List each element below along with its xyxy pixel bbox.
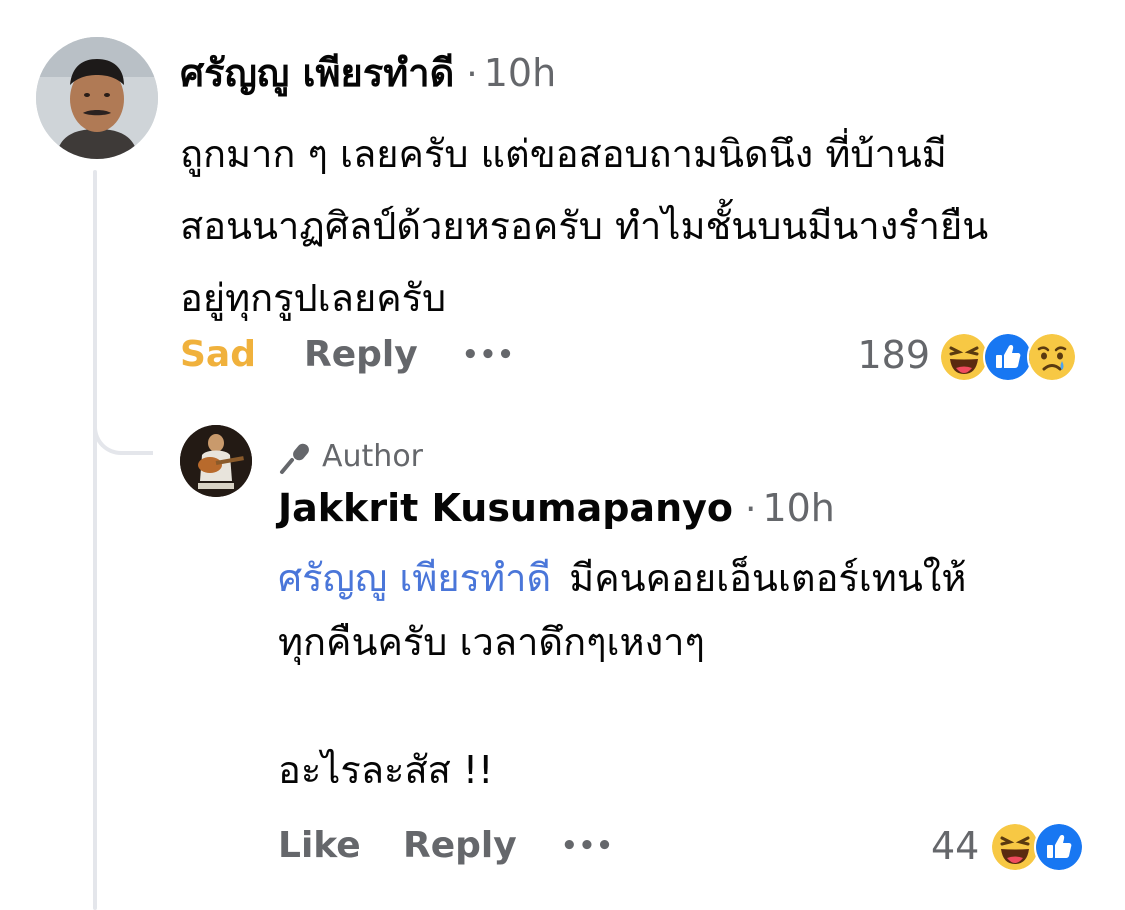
microphone-icon [280,443,309,474]
author-badge-label: Author [322,439,424,474]
reply-button[interactable]: Reply [403,820,517,872]
sad-face-icon [1027,332,1077,382]
reply-header: Jakkrit Kusumapanyo · 10h [278,484,835,532]
comment-line: สอนนาฏศิลป์ด้วยหรอครับ ทำไมชั้นบนมีนางรำ… [180,204,989,248]
reply-timestamp[interactable]: 10h [762,486,834,530]
comment-author-name[interactable]: ศรัญญู เพียรทำดี [180,51,454,95]
reaction-icons[interactable] [990,822,1084,872]
like-button[interactable]: Like [278,820,361,872]
comment-text: ถูกมาก ๆ เลยครับ แต่ขอสอบถามนิดนึง ที่บ้… [180,118,1100,334]
comment-line: ถูกมาก ๆ เลยครับ แต่ขอสอบถามนิดนึง ที่บ้… [180,132,947,176]
comment-line: อยู่ทุกรูปเลยครับ [180,276,447,320]
laughing-face-icon [939,332,989,382]
reaction-count[interactable]: 189 [857,330,930,380]
thread-line [93,170,97,910]
reply-line: อะไรละสัส !! [278,748,494,792]
reaction-count[interactable]: 44 [931,820,979,872]
comment-timestamp[interactable]: 10h [484,51,556,95]
reply-text: ศรัญญู เพียรทำดี มีคนคอยเอ็นเตอร์เทนให้ ท… [278,546,1098,802]
like-icon [983,332,1033,382]
reply-line-text: มีคนคอยเอ็นเตอร์เทนให้ [569,556,967,600]
like-icon [1034,822,1084,872]
separator-dot: · [466,54,478,95]
reply-connector [93,380,153,455]
sad-reaction-button[interactable]: Sad [180,330,256,380]
author-badge: Author [278,436,423,478]
more-options-button[interactable]: ••• [462,330,515,380]
more-options-button[interactable]: ••• [561,820,614,872]
laughing-face-icon [990,822,1040,872]
avatar[interactable] [180,425,252,497]
reply-button[interactable]: Reply [304,330,418,380]
avatar[interactable] [36,37,158,159]
separator-dot: · [745,489,757,530]
comment-actions: Sad Reply ••• 189 [180,330,1090,382]
reply-line: ทุกคืนครับ เวลาดึกๆเหงาๆ [278,620,705,664]
reply-author-name[interactable]: Jakkrit Kusumapanyo [278,486,733,530]
comment-header: ศรัญญู เพียรทำดี · 10h [180,50,556,96]
reply-actions: Like Reply ••• 44 [278,820,1090,872]
reaction-icons[interactable] [939,332,1077,382]
mention-link[interactable]: ศรัญญู เพียรทำดี [278,556,551,600]
reply-line: ศรัญญู เพียรทำดี มีคนคอยเอ็นเตอร์เทนให้ [278,546,1098,610]
